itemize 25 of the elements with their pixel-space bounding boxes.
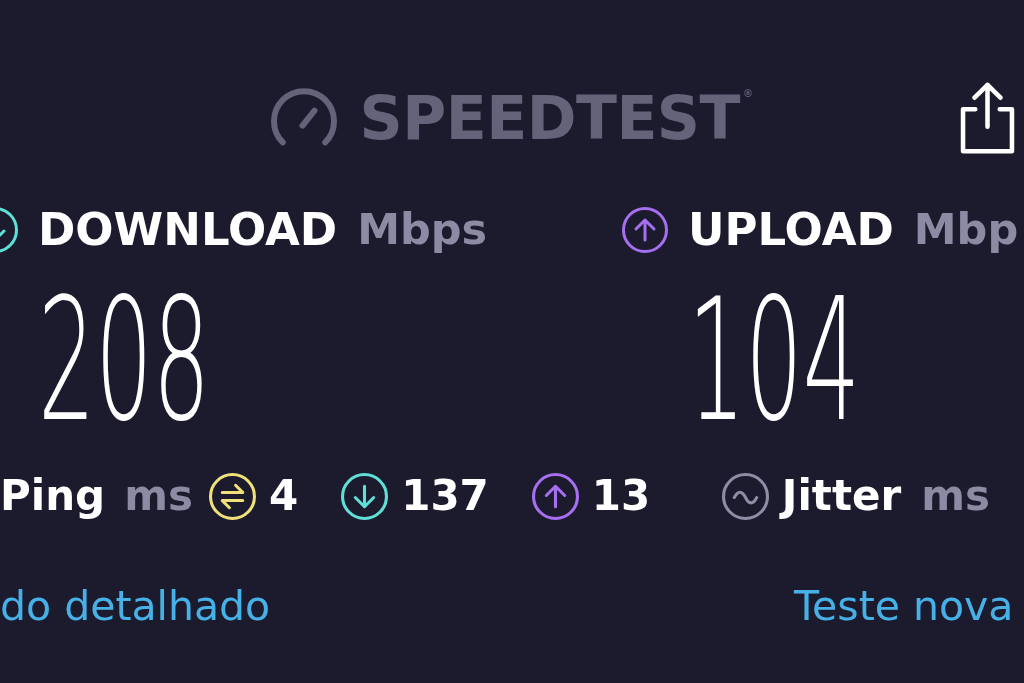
logo-wordmark: SPEEDTEST$^{®}$	[359, 88, 753, 148]
swap-arrows-icon	[208, 472, 256, 520]
result-label: UPLOAD	[688, 205, 894, 255]
test-again-link[interactable]: Teste nova	[794, 581, 1014, 631]
details-link[interactable]: do detalhado	[0, 581, 271, 631]
download-icon	[0, 206, 18, 253]
unit-label: Mbp	[913, 206, 1019, 254]
jitter-label: Jitter	[781, 472, 902, 520]
share-button[interactable]	[960, 82, 1015, 154]
share-icon	[960, 82, 1015, 154]
speedometer-icon	[271, 88, 338, 148]
result-label: DOWNLOAD	[38, 205, 338, 255]
unit-label: Mbps	[357, 206, 488, 254]
ping-label: Ping	[0, 472, 106, 520]
wave-icon	[721, 472, 769, 520]
stat-value: 4	[268, 472, 299, 520]
download-icon	[341, 472, 389, 520]
upload-icon	[622, 206, 668, 253]
unit-label: ms	[124, 472, 193, 520]
stat-value: 13	[591, 472, 651, 520]
stat-value: 137	[401, 472, 489, 520]
unit-label: ms	[921, 472, 990, 520]
speed-value: 104	[688, 273, 860, 446]
speed-value: 208	[38, 273, 210, 446]
upload-icon	[531, 472, 579, 520]
